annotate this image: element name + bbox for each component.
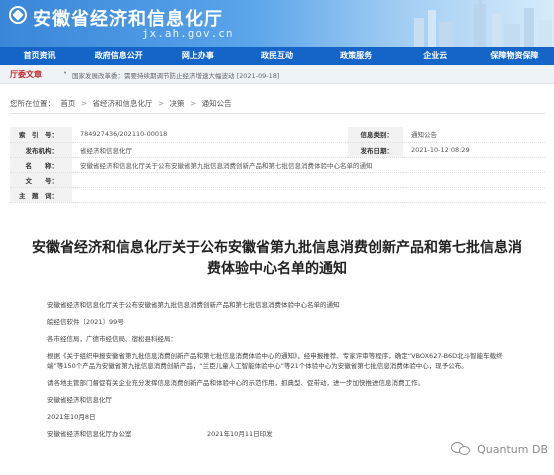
meta-doc-value [72, 172, 545, 188]
ticker-link[interactable]: 国家发展改革委：需要持续期调节防止经济增速大幅波动 [2021-09-18] [72, 70, 279, 80]
meta-category-value: 通知公告 [403, 127, 545, 143]
watermark-text: Quantum DB [477, 442, 548, 456]
article-signature: 安徽省经济和信息化厅 [47, 396, 112, 404]
watermark: Quantum DB [451, 442, 548, 456]
meta-category-label: 信息类别： [348, 127, 403, 143]
meta-org-label: 发布机构： [10, 142, 72, 158]
meta-index-value: 784927436/202110-00018 [72, 127, 348, 143]
breadcrumb-separator: > [189, 99, 197, 108]
meta-theme-value [72, 187, 545, 203]
meta-doc-label: 文 号： [10, 172, 72, 188]
meta-theme-label: 主 题 词： [10, 187, 72, 203]
meta-date-value: 2021-10-12 08:29 [403, 142, 545, 158]
breadcrumb-link-home[interactable]: 首页 [60, 99, 75, 108]
meta-row: 索 引 号： 784927436/202110-00018 信息类别： 通知公告 [10, 127, 545, 143]
breadcrumb-link-department[interactable]: 省经济和信息化厅 [92, 99, 152, 108]
article-headline: 安徽省经济和信息化厅关于公布安徽省第九批信息消费创新产品和第七批信息消费体验中心… [32, 240, 522, 277]
breadcrumb-separator: > [80, 99, 88, 108]
article-sign-date: 2021年10月8日 [47, 413, 96, 421]
site-header: 安徽省经济和信息化厅 jx.ah.gov.cn [0, 0, 554, 47]
meta-row: 名 称： 安徽省经济和信息化厅关于公布安徽省第九批信息消费创新产品和第七批信息消… [10, 157, 545, 173]
document-meta-table: 索 引 号： 784927436/202110-00018 信息类别： 通知公告… [10, 127, 545, 203]
meta-row: 文 号： [10, 172, 545, 188]
article-paragraph: 请各地主管部门督促有关企业充分发挥信息消费创新产品和体验中心的示范作用，抓典型、… [47, 379, 424, 387]
article-addressee: 各市经信局，广德市经信局、宿松县科经局： [47, 335, 177, 343]
nav-item-online-service[interactable]: 网上办事 [158, 47, 237, 65]
site-domain: jx.ah.gov.cn [142, 27, 234, 40]
logo-icon[interactable] [9, 6, 27, 24]
article-footer-line: 安徽省经济和信息化厅办公室 2021年10月11日印发 [47, 429, 519, 439]
meta-title-label: 名 称： [10, 157, 72, 173]
news-ticker: 厅委文章 • 国家发展改革委：需要持续期调节防止经济增速大幅波动 [2021-0… [0, 65, 554, 84]
article-paragraph: 根据《关于组织申报安徽省第九批信息消费创新产品和第七批信息消费体验中心的通知》，… [47, 352, 503, 370]
breadcrumb-link-notice[interactable]: 通知公告 [202, 99, 232, 108]
breadcrumb-prefix: 您所在位置： [10, 99, 55, 108]
meta-org-value: 省经济和信息化厅 [72, 142, 348, 158]
breadcrumb: 您所在位置： 首页 > 省经济和信息化厅 > 决策 > 通知公告 [10, 96, 545, 114]
breadcrumb-separator: > [157, 99, 165, 108]
meta-title-value: 安徽省经济和信息化厅关于公布安徽省第九批信息消费创新产品和第七批信息消费体验中心… [72, 157, 545, 173]
ticker-label: 厅委文章 [10, 70, 42, 79]
meta-index-label: 索 引 号： [10, 127, 72, 143]
main-nav: 首页资讯 政府信息公开 网上办事 政民互动 政策服务 企业云 保障物资保障 [0, 47, 554, 65]
header-skyline-image [414, 0, 552, 47]
article-footer-office: 安徽省经济和信息化厅办公室 [47, 430, 132, 438]
meta-row: 主 题 词： [10, 187, 545, 203]
bullet-icon: • [63, 69, 68, 77]
nav-item-enterprise-cloud[interactable]: 企业云 [396, 47, 475, 65]
article-paragraph: 安徽省经济和信息化厅关于公布安徽省第九批信息消费创新产品和第七批信息消费体验中心… [47, 301, 340, 309]
article-footer-date: 2021年10月11日印发 [207, 430, 273, 438]
nav-item-interaction[interactable]: 政民互动 [237, 47, 316, 65]
article-body: 安徽省经济和信息化厅关于公布安徽省第九批信息消费创新产品和第七批信息消费体验中心… [47, 300, 519, 439]
nav-item-home[interactable]: 首页资讯 [0, 47, 79, 65]
meta-date-label: 发布日期： [348, 142, 403, 158]
nav-item-policy[interactable]: 政策服务 [317, 47, 396, 65]
meta-row: 发布机构： 省经济和信息化厅 发布日期： 2021-10-12 08:29 [10, 142, 545, 158]
nav-item-gov-info[interactable]: 政府信息公开 [79, 47, 158, 65]
nav-item-supplies[interactable]: 保障物资保障 [475, 47, 554, 65]
breadcrumb-link-decision[interactable]: 决策 [170, 99, 185, 108]
wechat-icon [451, 442, 471, 456]
article-doc-number: 皖经信软件〔2021〕99号 [47, 318, 124, 326]
